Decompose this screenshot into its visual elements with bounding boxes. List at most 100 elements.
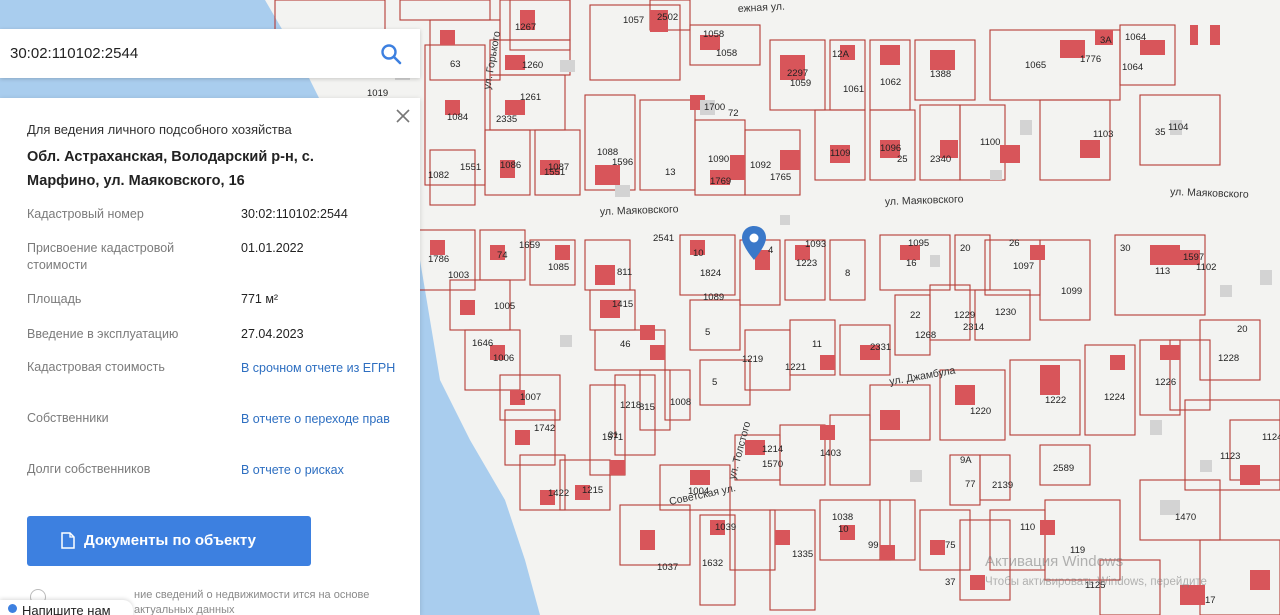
parcel-number-label: 1786: [428, 254, 449, 265]
parcel-number-label: 1104: [1168, 122, 1188, 133]
row-label: Площадь: [27, 292, 82, 306]
parcel-number-label: 1005: [494, 301, 515, 312]
parcel-number-label: 1415: [612, 299, 633, 310]
risk-report-link[interactable]: В отчете о рисках: [241, 461, 411, 479]
parcel-number-label: 815: [639, 402, 655, 413]
parcel-number-label: 1824: [700, 268, 721, 279]
parcel-number-label: 1065: [1025, 60, 1046, 71]
parcel-number-label: 1218: [620, 400, 641, 411]
parcel-number-label: 1090: [708, 154, 729, 165]
parcel-number-label: 35: [1155, 127, 1166, 138]
parcel-number-label: 1092: [750, 160, 771, 171]
parcel-number-label: 1086: [500, 160, 521, 171]
search-icon[interactable]: [379, 42, 403, 66]
parcel-number-label: 1742: [534, 423, 555, 434]
row-label: Присвоение кадастровой стоимости: [27, 241, 175, 272]
parcel-number-label: 1700: [704, 102, 725, 113]
parcel-number-label: 1214: [762, 444, 783, 455]
parcel-number-label: 10: [838, 524, 849, 535]
ownership-report-link[interactable]: В отчете о переходе прав: [241, 410, 411, 428]
parcel-address: Обл. Астраханская, Володарский р-н, с. М…: [27, 149, 314, 189]
parcel-number-label: 1268: [915, 330, 936, 341]
parcel-number-label: 1403: [820, 448, 841, 459]
parcel-number-label: 1102: [1196, 262, 1216, 273]
watermark-line2: Чтобы активировать Windows, перейдите: [985, 576, 1207, 588]
parcel-number-label: 1765: [770, 172, 791, 183]
parcel-number-label: 2139: [992, 480, 1013, 491]
parcel-number-label: 1100: [980, 137, 1000, 148]
watermark-line1: Активация Windows: [985, 553, 1124, 570]
parcel-number-label: 1059: [790, 78, 811, 89]
chat-button-label: Напишите нам: [22, 603, 111, 615]
row-value: 771 м²: [241, 292, 279, 306]
parcel-number-label: 2502: [657, 12, 678, 23]
parcel-number-label: 1224: [1104, 392, 1125, 403]
parcel-number-label: 1099: [1061, 286, 1082, 297]
parcel-number-label: 1095: [908, 238, 929, 249]
chat-button[interactable]: Напишите нам: [0, 600, 133, 615]
parcel-number-label: 72: [728, 108, 739, 119]
parcel-number-label: 1215: [582, 485, 603, 496]
parcel-number-label: 1089: [703, 292, 724, 303]
parcel-number-label: 1064: [1122, 62, 1143, 73]
parcel-number-label: 1260: [522, 60, 543, 71]
parcel-number-label: 1261: [520, 92, 541, 103]
parcel-number-label: 811: [617, 267, 632, 278]
parcel-number-label: 113: [1155, 266, 1170, 277]
parcel-number-label: 16: [906, 258, 917, 269]
parcel-number-label: 5: [705, 327, 710, 338]
search-input[interactable]: [10, 41, 370, 65]
parcel-number-label: 31: [608, 430, 619, 441]
parcel-number-label: 1230: [995, 307, 1016, 318]
row-label: Долги собственников: [27, 462, 151, 476]
parcel-number-label: 1007: [520, 392, 541, 403]
parcel-number-label: 3А: [1100, 35, 1112, 46]
parcel-number-label: 1659: [519, 240, 540, 251]
parcel-number-label: 75: [945, 540, 956, 551]
parcel-number-label: 1058: [703, 29, 724, 40]
parcel-number-label: 99: [868, 540, 879, 551]
close-icon[interactable]: [393, 106, 413, 126]
parcel-number-label: 4: [768, 245, 773, 256]
parcel-number-label: 1062: [880, 77, 901, 88]
parcel-number-label: 1229: [954, 310, 975, 321]
parcel-number-label: 1776: [1080, 54, 1101, 65]
parcel-number-label: 77: [965, 479, 976, 490]
parcel-number-label: 8: [845, 268, 850, 279]
parcel-number-label: 1646: [472, 338, 493, 349]
parcel-number-label: 1006: [493, 353, 514, 364]
row-label: Кадастровая стоимость: [27, 360, 165, 374]
parcel-number-label: 1037: [657, 562, 678, 573]
row-label: Кадастровый номер: [27, 207, 144, 221]
parcel-number-label: 1422: [548, 488, 569, 499]
parcel-number-label: 1470: [1175, 512, 1196, 523]
parcel-number-label: 22: [910, 310, 921, 321]
parcel-number-label: 2340: [930, 154, 951, 165]
parcel-number-label: 20: [1237, 324, 1248, 335]
parcel-number-label: 1097: [1013, 261, 1034, 272]
parcel-number-label: 1226: [1155, 377, 1176, 388]
row-value: 27.04.2023: [241, 327, 304, 341]
parcel-number-label: 1769: [710, 176, 731, 187]
urgent-report-link[interactable]: В срочном отчете из ЕГРН: [241, 359, 411, 377]
documents-button[interactable]: Документы по объекту: [27, 516, 311, 566]
parcel-number-label: 2541: [653, 233, 674, 244]
parcel-number-label: 2335: [496, 114, 517, 125]
parcel-number-label: 2589: [1053, 463, 1074, 474]
parcel-number-label: 1096: [880, 143, 901, 154]
row-label: Введение в эксплуатацию: [27, 327, 179, 341]
parcel-number-label: 46: [620, 339, 631, 350]
parcel-number-label: 74: [497, 250, 508, 261]
parcel-number-label: 1123: [1220, 451, 1240, 462]
parcel-number-label: 5: [712, 377, 717, 388]
parcel-number-label: 1570: [762, 459, 783, 470]
parcel-number-label: 30: [1120, 243, 1131, 254]
footnote-text: ние сведений о недвижимости ится на осно…: [134, 589, 370, 615]
document-icon: [61, 532, 75, 549]
parcel-number-label: 1004: [688, 486, 709, 497]
row-value: 01.01.2022: [241, 241, 304, 255]
parcel-number-label: 9А: [960, 455, 972, 466]
parcel-number-label: 1061: [843, 84, 864, 95]
parcel-number-label: 1093: [805, 239, 826, 250]
parcel-info-panel: Для ведения личного подсобного хозяйства…: [0, 98, 420, 615]
